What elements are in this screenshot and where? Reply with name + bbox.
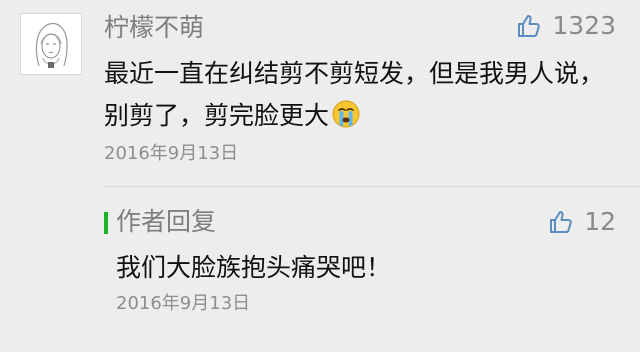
author-reply-label: 作者回复 [116,207,217,236]
reply-divider [104,186,640,187]
comment-date: 2016年9月13日 [104,143,239,164]
comment-like-count: 1323 [552,11,616,40]
comment-like-button[interactable]: 1323 [516,11,616,41]
avatar-sketch-image [21,14,81,74]
crying-face-emoji-icon [332,100,360,128]
comment-card: 柠檬不萌 1323 最近一直在纠结剪不剪短发，但是我男人说，别剪了，剪完脸更大 … [0,0,640,352]
comment-username[interactable]: 柠檬不萌 [104,13,204,43]
reply-like-button[interactable]: 12 [548,207,616,237]
reply-text: 我们大脸族抱头痛哭吧！ [116,253,392,282]
thumbs-up-icon [550,211,572,233]
user-avatar[interactable] [20,13,82,75]
comment-body: 最近一直在纠结剪不剪短发，但是我男人说，别剪了，剪完脸更大 [104,53,624,137]
reply-like-count: 12 [584,207,616,236]
reply-date: 2016年9月13日 [116,293,251,314]
thumbs-up-icon [518,15,541,37]
reply-accent-bar [104,212,108,234]
